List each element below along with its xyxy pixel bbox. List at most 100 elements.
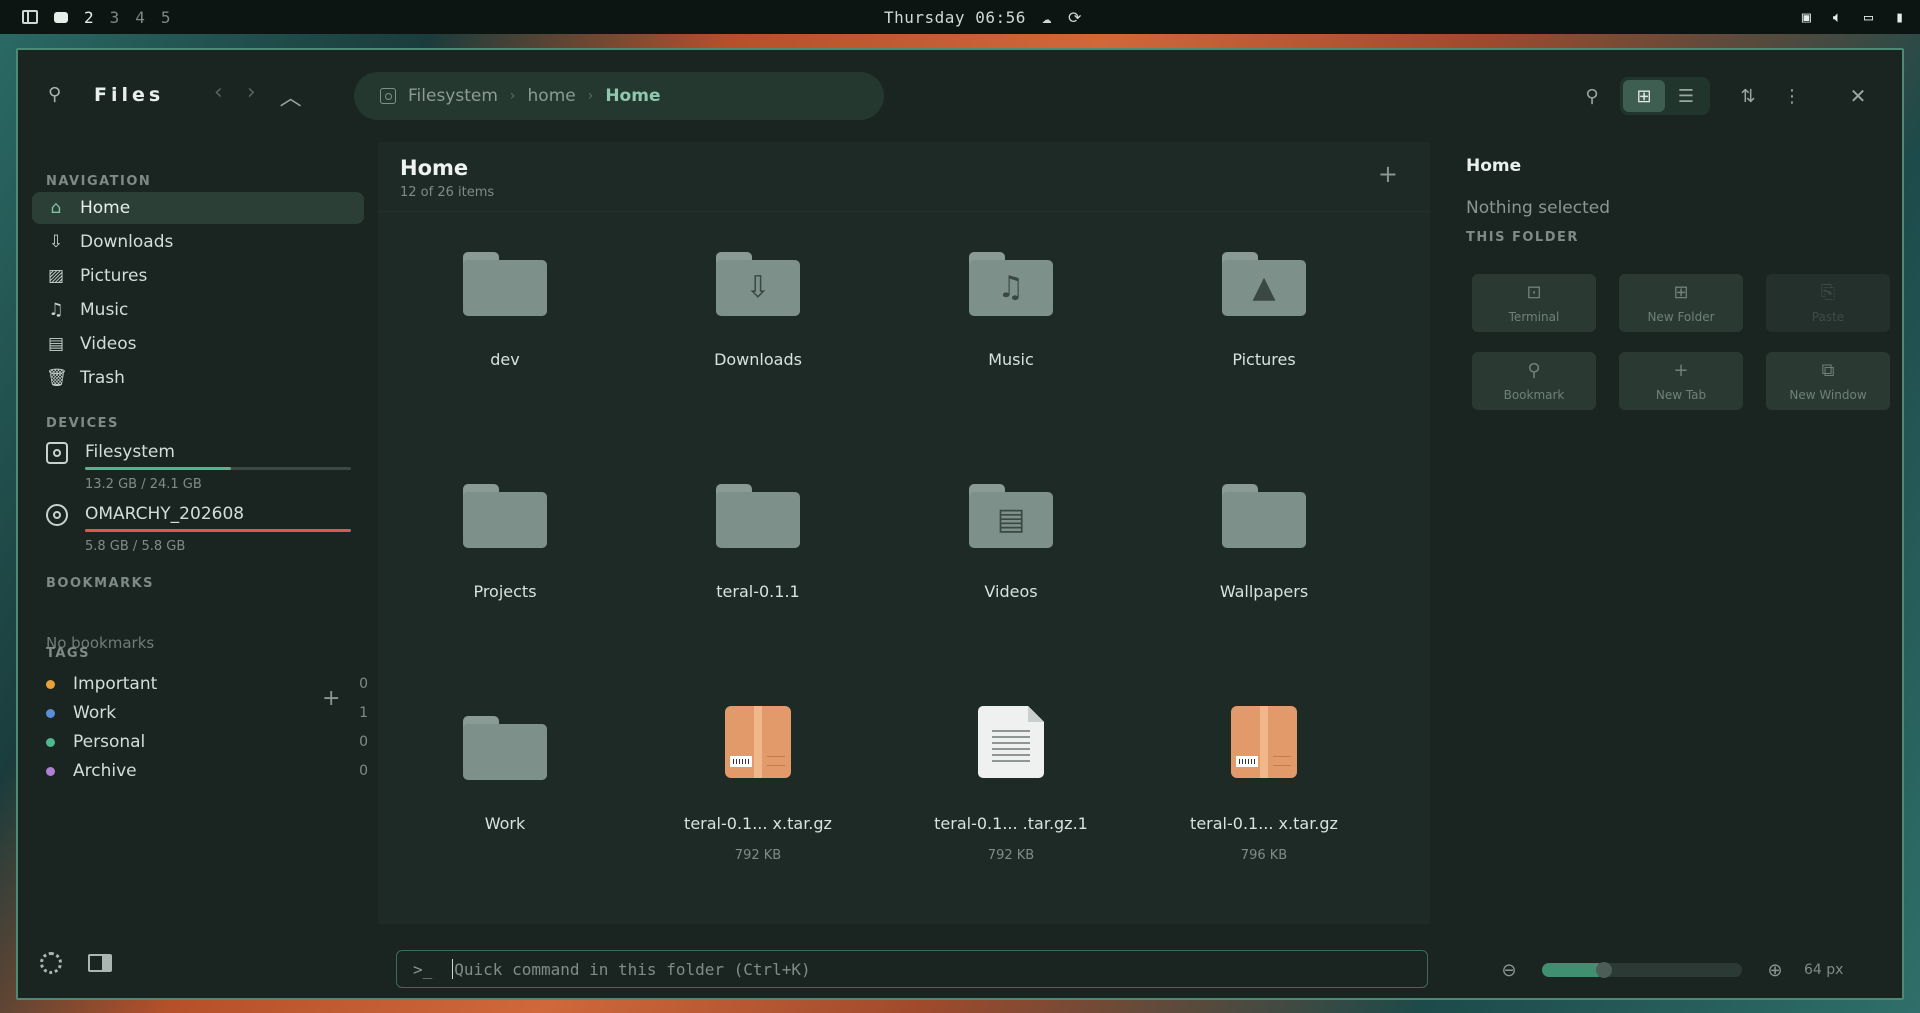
workspace-2[interactable]: 2 xyxy=(84,8,94,27)
new-folder-button[interactable]: ⊞ New Folder xyxy=(1619,274,1743,332)
file-tile-videos[interactable]: ▤ Videos xyxy=(906,484,1116,664)
tag-color-dot xyxy=(46,766,55,776)
system-tray: ▣ 🔈︎ ▭ ▮ xyxy=(1802,0,1904,34)
display-icon[interactable]: ▭ xyxy=(1864,8,1873,26)
workspace-3[interactable]: 3 xyxy=(110,8,120,27)
bookmark-button[interactable]: ⚲ Bookmark xyxy=(1472,352,1596,410)
sidebar-item-trash[interactable]: 🗑︎ Trash xyxy=(32,362,364,394)
terminal-button[interactable]: ⊡ Terminal xyxy=(1472,274,1596,332)
folder-icon xyxy=(463,484,547,548)
file-tile-archive-2[interactable]: teral-0.1... x.tar.gz 796 KB xyxy=(1159,706,1369,896)
workspace-1-indicator[interactable] xyxy=(54,11,68,23)
file-tile-teral-folder[interactable]: teral-0.1.1 xyxy=(653,484,863,664)
file-name: Wallpapers xyxy=(1219,582,1309,601)
tag-important[interactable]: Important 0 xyxy=(46,672,368,696)
device-usage-fill xyxy=(85,529,351,532)
new-tab-button[interactable]: + New Tab xyxy=(1619,352,1743,410)
file-name: Downloads xyxy=(714,350,802,369)
refresh-icon[interactable]: ⟳ xyxy=(1068,8,1082,27)
tag-work[interactable]: Work 1 xyxy=(46,701,368,725)
details-title: Home xyxy=(1466,156,1522,176)
sidebar-item-label: Videos xyxy=(80,334,137,354)
tag-count: 0 xyxy=(359,734,368,750)
navigation-section-title: NAVIGATION xyxy=(46,174,152,189)
search-icon[interactable]: ⚲ xyxy=(48,84,61,105)
battery-icon[interactable]: ▮ xyxy=(1895,8,1904,26)
file-tile-archive-1[interactable]: teral-0.1... x.tar.gz 792 KB xyxy=(653,706,863,896)
volume-icon[interactable]: 🔈︎ xyxy=(1833,8,1842,26)
file-tile-wallpapers[interactable]: Wallpapers xyxy=(1159,484,1369,664)
file-tile-downloads[interactable]: ⇩ Downloads xyxy=(653,252,863,432)
action-label: New Folder xyxy=(1647,310,1715,324)
tag-count: 0 xyxy=(359,676,368,692)
tag-count: 0 xyxy=(359,763,368,779)
chevron-right-icon: › xyxy=(587,88,594,104)
zoom-slider[interactable] xyxy=(1542,962,1742,978)
sidebar-item-music[interactable]: ♫ Music xyxy=(32,294,364,326)
tags-section-title: TAGS xyxy=(46,646,90,661)
header-bar: ⚲ Files ‹ › ︿ Filesystem › home › Home ⚲… xyxy=(18,50,1902,142)
file-tile-text-1[interactable]: teral-0.1... .tar.gz.1 792 KB xyxy=(906,706,1116,896)
tag-personal[interactable]: Personal 0 xyxy=(46,730,368,754)
zoom-slider-handle[interactable] xyxy=(1596,962,1612,978)
network-icon[interactable]: ▣ xyxy=(1802,8,1811,26)
breadcrumb-filesystem[interactable]: Filesystem xyxy=(408,86,498,106)
file-tile-projects[interactable]: Projects xyxy=(400,484,610,664)
clock[interactable]: Thursday 06:56 xyxy=(884,8,1026,27)
file-name: teral-0.1... x.tar.gz xyxy=(1190,814,1338,833)
more-menu-button[interactable]: ⋮ xyxy=(1770,77,1814,115)
archive-icon xyxy=(725,706,791,778)
action-label: Bookmark xyxy=(1503,388,1565,402)
sidebar-item-label: Pictures xyxy=(80,266,148,286)
zoom-in-icon[interactable]: ⊕ xyxy=(1760,960,1790,981)
zoom-value: 64 px xyxy=(1804,962,1844,978)
terminal-icon: ⊡ xyxy=(1526,282,1542,303)
quick-command-input[interactable]: >_ Quick command in this folder (Ctrl+K) xyxy=(396,950,1428,988)
file-tile-dev[interactable]: dev xyxy=(400,252,610,432)
videos-folder-icon: ▤ xyxy=(969,484,1053,548)
list-view-button[interactable]: ☰ xyxy=(1665,80,1707,112)
tag-archive[interactable]: Archive 0 xyxy=(46,759,368,783)
file-name: Videos xyxy=(984,582,1038,601)
paste-icon: ⎘ xyxy=(1820,282,1836,303)
film-icon: ▤ xyxy=(47,334,65,354)
file-tile-music[interactable]: ♫ Music xyxy=(906,252,1116,432)
archive-icon xyxy=(1231,706,1297,778)
view-mode-toggle: ⊞ ☰ xyxy=(1620,77,1710,115)
sidebar-item-videos[interactable]: ▤ Videos xyxy=(32,328,364,360)
tag-count: 1 xyxy=(359,705,368,721)
sidebar-item-label: Downloads xyxy=(80,232,174,252)
this-folder-section-title: THIS FOLDER xyxy=(1466,230,1579,245)
workspace-5[interactable]: 5 xyxy=(161,8,171,27)
file-size: 792 KB xyxy=(734,848,782,863)
sidebar-item-home[interactable]: ⌂ Home xyxy=(32,192,364,224)
file-tile-pictures[interactable]: ▲ Pictures xyxy=(1159,252,1369,432)
breadcrumb-current[interactable]: Home xyxy=(605,86,660,106)
breadcrumb-home-dir[interactable]: home xyxy=(528,86,576,106)
grid-view-button[interactable]: ⊞ xyxy=(1623,80,1665,112)
close-button[interactable]: ✕ xyxy=(1836,77,1880,115)
sort-button[interactable]: ⇅ xyxy=(1726,77,1770,115)
back-button[interactable]: ‹ xyxy=(214,80,223,112)
zoom-out-icon[interactable]: ⊖ xyxy=(1494,960,1524,981)
new-window-button[interactable]: ⧉ New Window xyxy=(1766,352,1890,410)
cloud-icon[interactable]: ☁ xyxy=(1042,8,1052,27)
workspace-4[interactable]: 4 xyxy=(135,8,145,27)
chevron-right-icon: › xyxy=(509,88,516,104)
text-cursor xyxy=(452,959,454,979)
add-button[interactable]: + xyxy=(1378,160,1398,188)
text-file-icon xyxy=(978,706,1044,778)
workspace-switcher: 2 3 4 5 xyxy=(22,0,171,34)
sidebar-item-pictures[interactable]: ▨ Pictures xyxy=(32,260,364,292)
sidebar-item-downloads[interactable]: ⇩ Downloads xyxy=(32,226,364,258)
forward-button[interactable]: › xyxy=(247,80,256,112)
file-tile-work[interactable]: Work xyxy=(400,716,610,896)
tag-label: Important xyxy=(73,674,158,694)
home-icon: ⌂ xyxy=(50,198,62,218)
paste-button[interactable]: ⎘ Paste xyxy=(1766,274,1890,332)
toggle-details-panel-icon[interactable] xyxy=(88,954,112,972)
window-layout-icon[interactable] xyxy=(22,10,38,24)
search-button[interactable]: ⚲ xyxy=(1570,77,1614,115)
gear-icon[interactable] xyxy=(40,952,62,974)
parent-folder-button[interactable]: ︿ xyxy=(280,80,302,112)
